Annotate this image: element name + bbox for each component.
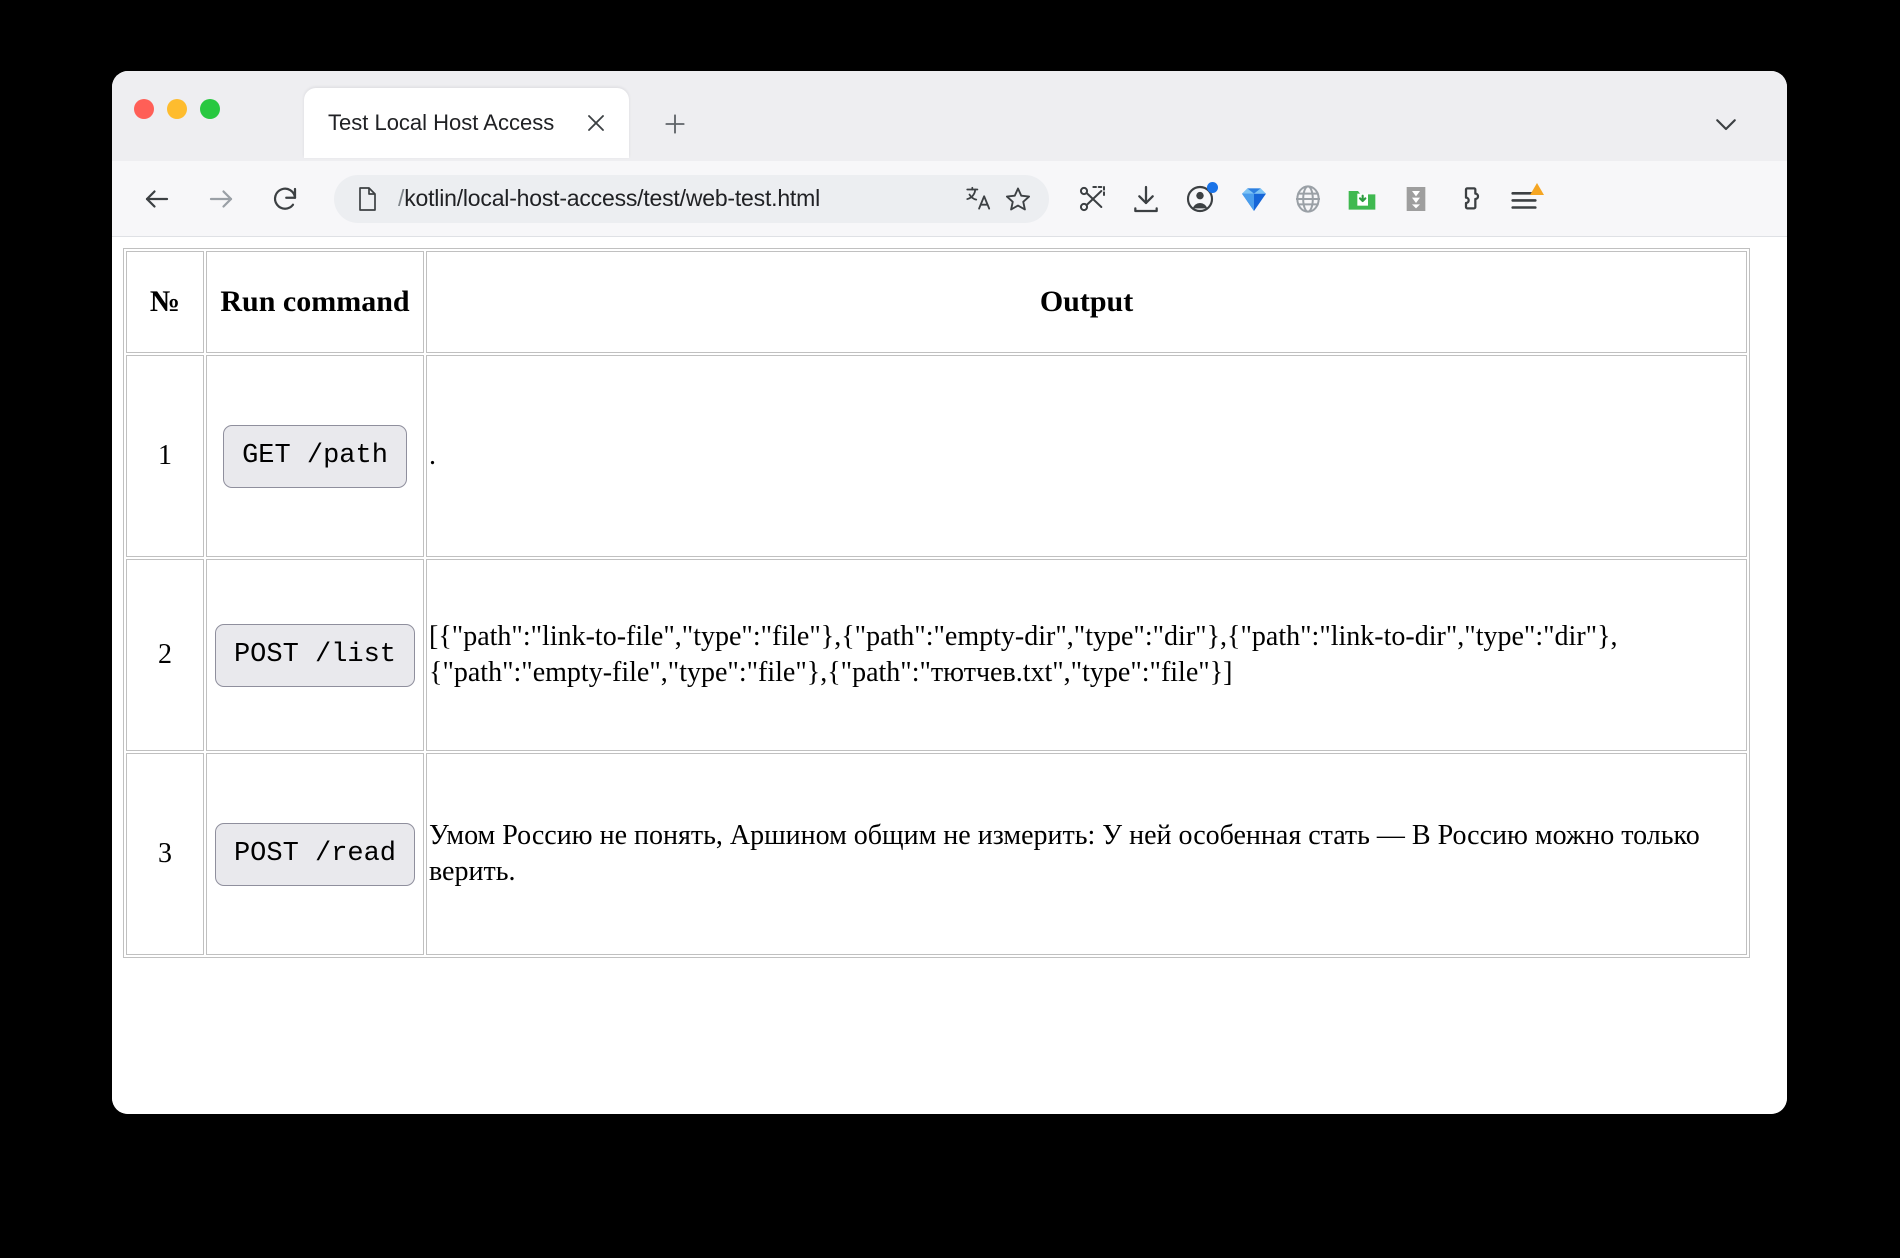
close-tab-icon[interactable]: [579, 106, 613, 140]
row-number: 3: [126, 753, 204, 955]
profile-icon[interactable]: [1177, 176, 1223, 222]
run-command-cell: POST /read: [206, 753, 424, 955]
output-cell: [{"path":"link-to-file","type":"file"},{…: [426, 559, 1747, 751]
run-command-cell: POST /list: [206, 559, 424, 751]
address-bar[interactable]: /kotlin/local-host-access/test/web-test.…: [334, 174, 1049, 223]
tab-title: Test Local Host Access: [328, 110, 555, 135]
browser-tab[interactable]: Test Local Host Access: [304, 88, 629, 158]
run-command-cell: GET /path: [206, 355, 424, 557]
table-row: 2 POST /list [{"path":"link-to-file","ty…: [126, 559, 1747, 751]
gem-icon[interactable]: [1231, 176, 1277, 222]
forward-icon[interactable]: [197, 175, 245, 223]
save-folder-icon[interactable]: [1339, 176, 1385, 222]
file-icon: [354, 186, 380, 212]
globe-icon[interactable]: [1285, 176, 1331, 222]
bookmark-star-icon[interactable]: [1001, 182, 1035, 216]
browser-toolbar: /kotlin/local-host-access/test/web-test.…: [112, 161, 1787, 237]
output-cell: .: [426, 355, 1747, 557]
results-table: № Run command Output 1 GET /path . 2 POS…: [123, 248, 1750, 958]
post-read-button[interactable]: POST /read: [214, 822, 416, 886]
puzzle-extensions-icon[interactable]: [1447, 176, 1493, 222]
column-header-output: Output: [426, 251, 1747, 353]
screenshot-capture-icon[interactable]: [1069, 176, 1115, 222]
close-window-button[interactable]: [134, 99, 154, 119]
back-icon[interactable]: [133, 175, 181, 223]
row-number: 2: [126, 559, 204, 751]
url-path: kotlin/local-host-access/test/web-test.h…: [404, 185, 820, 211]
download-manager-icon[interactable]: [1393, 176, 1439, 222]
new-tab-icon[interactable]: [655, 104, 695, 144]
row-number: 1: [126, 355, 204, 557]
browser-window: Test Local Host Access /kotlin/local-hos…: [112, 71, 1787, 1114]
page-content: № Run command Output 1 GET /path . 2 POS…: [112, 237, 1787, 1114]
post-list-button[interactable]: POST /list: [214, 623, 416, 687]
column-header-run-command: Run command: [206, 251, 424, 353]
output-cell: Умом Россию не понять, Аршином общим не …: [426, 753, 1747, 955]
table-row: 1 GET /path .: [126, 355, 1747, 557]
url-text: /kotlin/local-host-access/test/web-test.…: [398, 185, 955, 212]
column-header-number: №: [126, 251, 204, 353]
chevron-down-icon[interactable]: [1705, 103, 1747, 145]
tab-strip: Test Local Host Access: [112, 71, 1787, 161]
translate-icon[interactable]: [961, 182, 995, 216]
table-row: 3 POST /read Умом Россию не понять, Арши…: [126, 753, 1747, 955]
profile-notification-badge: [1207, 181, 1218, 193]
traffic-lights: [134, 99, 220, 119]
browser-menu-icon[interactable]: [1501, 176, 1547, 222]
maximize-window-button[interactable]: [200, 99, 220, 119]
download-icon[interactable]: [1123, 176, 1169, 222]
reload-icon[interactable]: [261, 175, 309, 223]
table-header-row: № Run command Output: [126, 251, 1747, 353]
get-path-button[interactable]: GET /path: [223, 424, 407, 488]
extensions-strip: [1069, 176, 1547, 222]
minimize-window-button[interactable]: [167, 99, 187, 119]
